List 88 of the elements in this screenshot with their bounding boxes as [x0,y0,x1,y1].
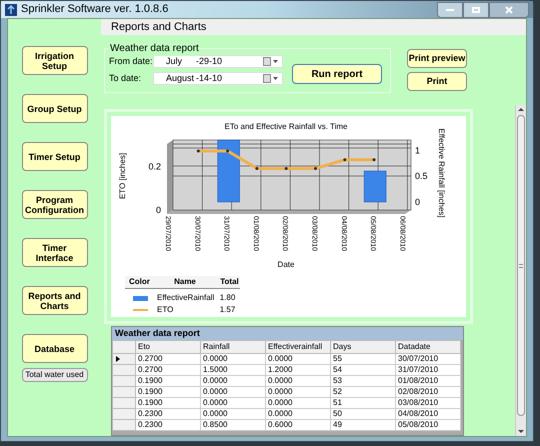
column-header[interactable]: Eto [136,340,200,354]
legend-header: Name [173,276,197,288]
y-tick-label: 1 [415,145,420,156]
calendar-dropdown-icon[interactable] [263,57,279,66]
table-cell: 0.0000 [266,408,330,420]
nav-button[interactable]: Database [22,334,88,363]
table-cell: 0.2700 [136,354,200,364]
table-cell: 0.8500 [200,420,266,430]
scrollbar-thumb[interactable] [517,115,525,416]
table-cell: 54 [330,364,396,376]
date-picker[interactable]: August -14-10 [153,72,283,85]
table-cell: 0.2300 [136,408,200,420]
table-cell: 49 [330,420,396,430]
table-cell: 30/07/2010 [396,354,460,364]
y-axis-title: Effective Rainfall [inches] [437,128,446,218]
run-report-button[interactable]: Run report [292,64,382,84]
table-cell: 0.0000 [266,398,330,408]
minimize-button[interactable] [437,2,463,18]
nav-button[interactable]: Timer Interface [22,238,88,267]
print-button[interactable]: Print [407,72,467,91]
vertical-scrollbar[interactable] [515,105,526,436]
header-title: Reports and Charts [111,20,206,35]
date-picker[interactable]: July -29-10 [153,55,283,68]
print-button[interactable]: Print preview [407,49,467,68]
table-cell: 0.0000 [200,376,266,386]
y-tick-label: 0 [156,205,161,215]
nav-button[interactable]: Reports and Charts [22,286,88,315]
legend-header: Total [219,276,240,288]
table-cell: 0.0000 [266,354,330,364]
table-cell: 0.2700 [136,364,200,376]
table-cell: 02/08/2010 [396,386,460,398]
table-cell: 50 [330,408,396,420]
nav-button[interactable]: Group Setup [22,94,88,123]
table-cell: 0.1900 [136,376,200,386]
table-cell: 1.5000 [200,364,266,376]
field-label: From date: [109,55,153,68]
group-title: Weather data report [109,41,200,56]
table-cell: 0.1900 [136,398,200,408]
legend-header: Color [128,276,151,288]
current-row-icon [116,356,120,362]
nav-button[interactable]: Timer Setup [22,142,88,171]
table-cell: 0.0000 [200,398,266,408]
table-cell: 03/08/2010 [396,398,460,408]
bar [364,170,386,202]
table-cell: 01/08/2010 [396,376,460,386]
nav-button[interactable]: Irrigation Setup [22,46,88,75]
table-cell: 0.1900 [136,386,200,398]
chart-title: ETo and Effective Rainfall vs. Time [224,122,348,131]
table-cell: 1.2000 [266,364,330,376]
table-cell: 53 [330,376,396,386]
close-button[interactable] [489,2,529,18]
close-icon [505,6,513,14]
y-tick-label: 0.2 [148,161,161,172]
total-water-used-button[interactable]: Total water used [22,368,88,382]
grid-title: Weather data report [112,327,463,340]
calendar-dropdown-icon[interactable] [263,74,279,83]
row-header[interactable] [112,354,136,364]
table-cell: 0.0000 [200,386,266,398]
table-cell: 0.6000 [266,420,330,430]
maximize-button[interactable] [463,2,489,18]
column-header[interactable]: Datadate [396,340,460,354]
table-cell: 0.0000 [200,354,266,364]
table-cell: 0.0000 [266,376,330,386]
table-cell: 55 [330,354,396,364]
bar [217,140,240,202]
column-header[interactable]: Rainfall [200,340,266,354]
table-cell: 05/08/2010 [396,420,460,430]
column-header[interactable]: Effectiverainfall [266,340,330,354]
y-tick-label: 0.5 [415,171,428,182]
x-axis-title: Date [278,260,294,269]
table-cell: 0.2300 [136,420,200,430]
table-cell: 52 [330,386,396,398]
window-title: Sprinkler Software ver. 1.0.8.6 [21,2,168,18]
legend-total: 1.57 [218,304,236,316]
table-cell: 31/07/2010 [396,364,460,376]
y-tick-label: 0 [415,197,420,207]
column-header[interactable]: Days [330,340,396,354]
table-cell: 51 [330,398,396,408]
y-axis-title: ETO [inches] [118,152,127,200]
legend-name: EffectiveRainfall [156,292,215,304]
table-cell: 0.0000 [266,386,330,398]
app-icon [5,4,17,16]
legend-name: ETO [156,304,174,316]
field-label: To date: [109,72,142,84]
legend-total: 1.80 [218,292,236,304]
nav-button[interactable]: Program Configuration [22,190,88,219]
table-cell: 04/08/2010 [396,408,460,420]
table-cell: 0.0000 [200,408,266,420]
